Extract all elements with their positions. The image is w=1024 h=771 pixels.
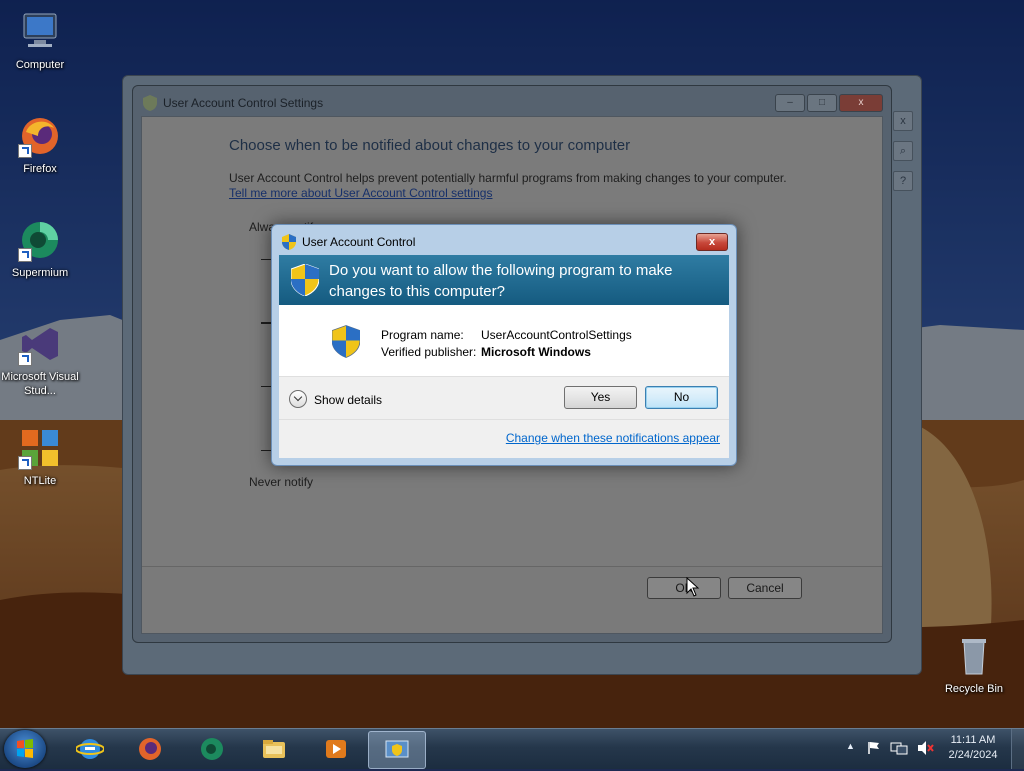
media-player-icon xyxy=(326,740,346,758)
clock[interactable]: 11:11 AM 2/24/2024 xyxy=(940,733,1006,763)
slider-tick xyxy=(261,322,271,324)
desktop-icon-firefox[interactable]: Firefox xyxy=(0,112,80,176)
taskbar-item-uac-settings[interactable] xyxy=(368,731,426,769)
network-icon[interactable] xyxy=(890,740,908,756)
action-center-flag-icon[interactable] xyxy=(866,740,882,756)
close-button[interactable]: x xyxy=(696,233,728,251)
program-shield-icon xyxy=(332,325,360,358)
windows-logo-icon xyxy=(17,739,33,758)
page-description: User Account Control helps prevent poten… xyxy=(229,171,787,185)
question-banner: Do you want to allow the following progr… xyxy=(279,255,729,305)
firefox-icon xyxy=(139,738,161,760)
mouse-cursor-icon xyxy=(686,577,700,597)
internet-explorer-icon xyxy=(76,739,104,759)
learn-more-link[interactable]: Tell me more about User Account Control … xyxy=(229,186,492,200)
publisher-row: Verified publisher: Microsoft Windows xyxy=(381,345,591,359)
uac-shield-icon xyxy=(143,95,157,111)
uac-shield-icon xyxy=(282,234,296,250)
shortcut-arrow-icon xyxy=(18,456,32,470)
maximize-button[interactable]: □ xyxy=(807,94,837,112)
yes-button[interactable]: Yes xyxy=(564,386,637,409)
close-icon: x xyxy=(893,111,913,131)
start-button[interactable] xyxy=(4,730,46,768)
program-name-row: Program name: UserAccountControlSettings xyxy=(381,328,632,342)
desktop-icon-label: NTLite xyxy=(23,475,57,487)
supermium-icon xyxy=(201,738,223,760)
ntlite-icon xyxy=(16,424,64,472)
close-button[interactable]: x xyxy=(839,94,883,112)
taskbar-item-file-explorer[interactable] xyxy=(246,731,302,767)
show-desktop-button[interactable] xyxy=(1011,729,1024,769)
desktop-icon-supermium[interactable]: Supermium xyxy=(0,216,80,280)
desktop-icon-label: Supermium xyxy=(11,267,69,279)
clock-time: 11:11 AM xyxy=(950,734,996,746)
taskbar: ▲ 11:11 AM 2/24/2024 xyxy=(0,728,1024,769)
volume-muted-icon[interactable] xyxy=(916,740,934,756)
taskbar-item-internet-explorer[interactable] xyxy=(62,731,118,767)
desktop-icon-visual-studio[interactable]: Microsoft Visual Stud... xyxy=(0,320,80,398)
change-notifications-link[interactable]: Change when these notifications appear xyxy=(506,431,720,445)
cancel-button[interactable]: Cancel xyxy=(728,577,802,599)
publisher-label: Verified publisher: xyxy=(381,345,477,359)
desktop-icon-recycle-bin[interactable]: Recycle Bin xyxy=(934,632,1014,696)
taskbar-item-supermium[interactable] xyxy=(184,731,240,767)
help-icon: ? xyxy=(893,171,913,191)
window-title: User Account Control Settings xyxy=(163,96,324,110)
window-controls: – □ x xyxy=(773,94,883,112)
supermium-icon xyxy=(16,216,64,264)
chevron-down-icon[interactable] xyxy=(289,390,307,408)
taskbar-item-media-player[interactable] xyxy=(308,731,364,767)
uac-settings-icon xyxy=(385,740,409,758)
computer-icon xyxy=(16,8,64,56)
slider-tick xyxy=(261,259,271,260)
program-name-value: UserAccountControlSettings xyxy=(481,328,632,342)
clock-date: 2/24/2024 xyxy=(948,749,998,761)
recycle-bin-icon xyxy=(950,632,998,680)
dialog-titlebar: User Account Control x xyxy=(272,225,736,255)
program-name-label: Program name: xyxy=(381,328,464,342)
shortcut-arrow-icon xyxy=(18,248,32,262)
page-title: Choose when to be notified about changes… xyxy=(229,137,631,154)
slider-tick xyxy=(261,450,271,451)
desktop-icon-computer[interactable]: Computer xyxy=(0,8,80,72)
desktop-icon-label: Microsoft Visual Stud... xyxy=(1,371,79,397)
consent-question: Do you want to allow the following progr… xyxy=(329,262,673,300)
dialog-footer: Change when these notifications appear xyxy=(279,419,729,458)
no-button[interactable]: No xyxy=(645,386,718,409)
control-panel-side-tools: x ⌕ ? xyxy=(893,111,913,361)
never-notify-label: Never notify xyxy=(249,475,314,489)
slider-tick xyxy=(261,386,271,387)
show-details-toggle[interactable]: Show details xyxy=(314,393,382,407)
file-explorer-icon xyxy=(263,740,285,758)
dialog-title: User Account Control xyxy=(302,235,416,249)
dialog-actions: Show details Yes No xyxy=(279,376,729,420)
desktop-icon-ntlite[interactable]: NTLite xyxy=(0,424,80,488)
show-hidden-icons-button[interactable]: ▲ xyxy=(846,741,855,751)
ok-button[interactable]: OK xyxy=(647,577,721,599)
publisher-value: Microsoft Windows xyxy=(481,345,591,359)
taskbar-item-firefox[interactable] xyxy=(122,731,178,767)
desktop-icon-label: Firefox xyxy=(23,163,57,175)
firefox-icon xyxy=(16,112,64,160)
desktop-icon-label: Computer xyxy=(15,59,65,71)
shortcut-arrow-icon xyxy=(18,144,32,158)
minimize-button[interactable]: – xyxy=(775,94,805,112)
uac-shield-icon xyxy=(291,264,319,296)
visual-studio-icon xyxy=(16,320,64,368)
uac-prompt-dialog: User Account Control x Do you want to al… xyxy=(271,224,737,466)
dialog-body: Program name: UserAccountControlSettings … xyxy=(279,305,729,458)
desktop-icon-label: Recycle Bin xyxy=(944,683,1004,695)
shortcut-arrow-icon xyxy=(18,352,32,366)
search-icon: ⌕ xyxy=(893,141,913,161)
